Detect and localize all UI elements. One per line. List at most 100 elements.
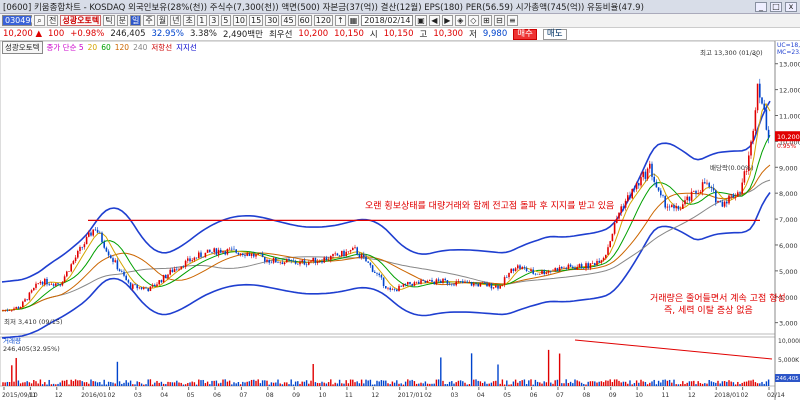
volume-bar	[202, 379, 204, 386]
volume-bar	[376, 380, 378, 386]
legend-item[interactable]: 종가 단순 5	[47, 42, 84, 53]
candle	[206, 249, 209, 253]
legend-item[interactable]: 20	[88, 43, 98, 52]
legend-item[interactable]: 240	[133, 43, 147, 52]
candle	[299, 261, 301, 265]
volume-bar	[160, 381, 163, 386]
stock-code-input[interactable]: 030490	[2, 15, 36, 26]
period-tick-button[interactable]: 틱	[103, 15, 115, 26]
candle	[589, 263, 592, 269]
candle	[145, 287, 147, 289]
candle	[147, 288, 149, 292]
search-icon[interactable]: ⌕	[34, 15, 45, 26]
volume-bar	[473, 379, 475, 386]
stock-chart[interactable]: 3,0004,0005,0006,0007,0008,0009,00010,00…	[0, 41, 800, 400]
candle	[477, 284, 479, 287]
candle	[591, 263, 594, 264]
menu-icon[interactable]: ≡	[506, 15, 518, 26]
volume-pane	[0, 336, 776, 387]
x-tick-label: 02	[108, 392, 116, 399]
calendar-icon[interactable]: ▦	[347, 15, 360, 26]
period-week-button[interactable]: 주	[143, 15, 155, 26]
volume-bar	[481, 382, 484, 386]
maximize-button[interactable]: □	[770, 1, 782, 12]
candle	[451, 283, 453, 285]
volume-bar	[129, 380, 132, 386]
date-input[interactable]: 2018/02/14	[361, 15, 414, 26]
y-tick-label: 7,000	[779, 216, 798, 224]
interval-button[interactable]: 1	[196, 15, 207, 26]
minimize-button[interactable]: _	[755, 1, 767, 12]
candle	[268, 259, 270, 263]
volume-bar	[145, 384, 147, 386]
candle	[308, 262, 310, 265]
candle	[470, 282, 473, 286]
candle	[24, 299, 26, 302]
volume-bar	[688, 381, 691, 386]
volume-bar	[200, 380, 202, 386]
candle	[644, 171, 647, 179]
candle	[677, 206, 680, 210]
volume-bar	[4, 382, 6, 386]
interval-button[interactable]: 60	[297, 15, 312, 26]
volume-bar	[123, 382, 125, 386]
toolbar-icon-2[interactable]: ◈	[454, 15, 466, 26]
legend-stock-name[interactable]: 성광오토텍	[2, 41, 43, 54]
legend-item[interactable]: 60	[101, 43, 111, 52]
volume-bar	[457, 380, 460, 386]
candle	[39, 281, 42, 284]
legend-item[interactable]: 저항선	[151, 42, 172, 53]
x-tick-label: 03	[450, 392, 458, 399]
candle	[213, 248, 215, 253]
candle	[743, 171, 746, 183]
interval-button[interactable]: 3	[208, 15, 219, 26]
period-second-button[interactable]: 초	[183, 15, 195, 26]
volume-bar	[486, 383, 488, 386]
chart-type-button[interactable]: 전	[47, 15, 59, 26]
volume-bar	[182, 384, 185, 386]
interval-button[interactable]: 30	[265, 15, 280, 26]
volume-bar	[470, 353, 473, 386]
period-month-button[interactable]: 월	[156, 15, 169, 26]
buy-button[interactable]: 매수	[513, 28, 537, 40]
x-tick-label: 08	[582, 392, 590, 399]
zoom-in-icon[interactable]: ⊞	[480, 15, 492, 26]
period-day-button[interactable]: 일	[129, 15, 142, 26]
interval-button[interactable]: 120	[313, 15, 334, 26]
interval-button[interactable]: 10	[232, 15, 247, 26]
volume-bar	[132, 384, 134, 386]
candle	[275, 258, 277, 263]
volume-bar	[325, 383, 328, 386]
quote-bar: 10,200 ▲ 100 +0.98% 246,405 32.95% 3.38%…	[0, 28, 800, 41]
scroll-left-icon[interactable]: ◀	[428, 15, 440, 26]
volume-bar	[426, 383, 429, 386]
volume-bar	[620, 382, 622, 386]
volume-bar	[301, 381, 303, 386]
volume-bar	[644, 381, 647, 386]
candle	[209, 249, 211, 252]
upper-band-label: UC=18,12	[777, 42, 800, 49]
candle	[171, 269, 174, 273]
sell-button[interactable]: 매도	[542, 28, 567, 40]
toolbar-icon-3[interactable]: ◇	[467, 15, 479, 26]
candle	[587, 263, 589, 269]
scroll-right-icon[interactable]: ▶	[441, 15, 453, 26]
interval-button[interactable]: 15	[249, 15, 264, 26]
interval-up-button[interactable]: ↑	[335, 15, 346, 26]
close-button[interactable]: x	[785, 1, 797, 12]
volume-bar	[699, 383, 702, 386]
toolbar-icon-1[interactable]: ▣	[415, 15, 427, 26]
interval-button[interactable]: 5	[220, 15, 231, 26]
zoom-out-icon[interactable]: ⊟	[493, 15, 505, 26]
volume-bar	[68, 384, 70, 386]
period-year-button[interactable]: 년	[170, 15, 182, 26]
candle	[739, 192, 741, 194]
stock-name-field[interactable]: 성광오토텍	[60, 15, 102, 26]
candle	[360, 254, 363, 258]
legend-item[interactable]: 120	[115, 43, 129, 52]
volume-bar	[710, 381, 713, 386]
period-minute-button[interactable]: 분	[116, 15, 128, 26]
interval-button[interactable]: 45	[281, 15, 296, 26]
legend-item[interactable]: 지지선	[176, 42, 197, 53]
candle	[371, 265, 374, 272]
